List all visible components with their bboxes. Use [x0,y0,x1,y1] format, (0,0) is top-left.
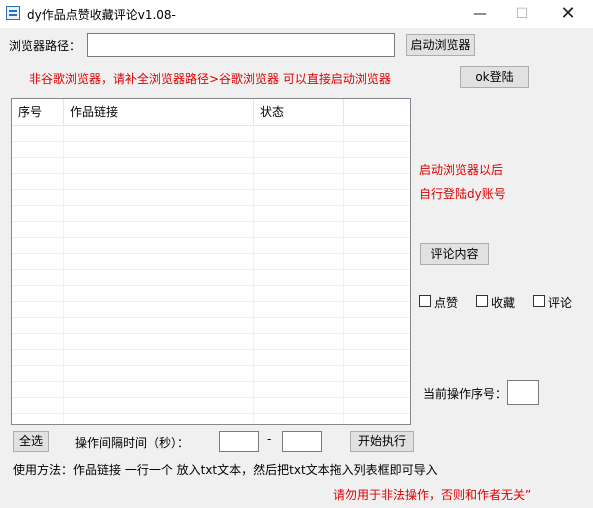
like-checkbox-box[interactable] [419,295,431,307]
comment-checkbox-box[interactable] [533,295,545,307]
grid-row-line [12,365,410,366]
select-all-button[interactable]: 全选 [13,431,49,452]
grid-line [63,125,64,424]
column-header-index[interactable]: 序号 [12,99,64,125]
grid-row-line [12,253,410,254]
browser-hint: 非谷歌浏览器，请补全浏览器路径>谷歌浏览器 可以直接启动浏览器 [29,72,391,86]
grid-row-line [12,269,410,270]
grid-row-line [12,301,410,302]
comment-checkbox-label: 评论 [548,296,573,310]
column-header-link[interactable]: 作品链接 [64,99,254,125]
app-icon [6,6,20,20]
table-header: 序号 作品链接 状态 [12,99,410,126]
start-button[interactable]: 开始执行 [350,431,414,452]
current-index-field[interactable] [507,380,539,405]
browser-path-input[interactable] [87,33,395,57]
app-window: dy作品点赞收藏评论v1.08- — ☐ ✕ 浏览器路径： 启动浏览器 非谷歌浏… [0,0,593,508]
grid-row-line [12,397,410,398]
ok-login-button[interactable]: ok登陆 [460,66,529,88]
launch-browser-button[interactable]: 启动浏览器 [406,34,475,56]
comment-content-button-label: 评论内容 [430,247,479,261]
grid-row-line [12,381,410,382]
grid-line [343,125,344,424]
login-note-line2: 自行登陆dy账号 [419,187,506,201]
links-table[interactable]: 序号 作品链接 状态 [11,98,411,425]
window-title: dy作品点赞收藏评论v1.08- [27,8,176,22]
comment-content-button[interactable]: 评论内容 [420,243,489,265]
current-index-label: 当前操作序号： [423,387,508,401]
interval-label: 操作间隔时间（秒）： [75,436,190,450]
grid-row-line [12,413,410,414]
legal-warning: 请勿用于非法操作，否则和作者无关” [333,488,532,502]
grid-row-line [12,317,410,318]
grid-row-line [12,285,410,286]
column-header-status[interactable]: 状态 [254,99,344,125]
usage-text: 使用方法：作品链接 一行一个 放入txt文本，然后把txt文本拖入列表框即可导入 [13,463,438,477]
grid-row-line [12,237,410,238]
maximize-button[interactable]: ☐ [500,0,544,28]
grid-row-line [12,333,410,334]
minimize-button[interactable]: — [458,0,502,28]
grid-row-line [12,221,410,222]
grid-row-line [12,205,410,206]
browser-path-label: 浏览器路径： [9,39,82,53]
launch-browser-button-label: 启动浏览器 [410,38,471,52]
login-note-line1: 启动浏览器以后 [419,163,504,177]
grid-row-line [12,141,410,142]
ok-login-button-label: ok登陆 [475,70,514,84]
interval-from-input[interactable] [219,431,259,452]
grid-line [253,125,254,424]
grid-row-line [12,173,410,174]
like-checkbox-label: 点赞 [434,296,459,310]
grid-row-line [12,189,410,190]
start-button-label: 开始执行 [357,434,406,448]
close-button[interactable]: ✕ [546,0,590,28]
grid-row-line [12,157,410,158]
grid-row-line [12,349,410,350]
title-bar[interactable]: dy作品点赞收藏评论v1.08- — ☐ ✕ [0,0,593,28]
favorite-checkbox-label: 收藏 [491,296,516,310]
favorite-checkbox-box[interactable] [476,295,488,307]
select-all-button-label: 全选 [18,434,43,448]
interval-to-input[interactable] [282,431,322,452]
interval-dash: - [267,432,272,446]
